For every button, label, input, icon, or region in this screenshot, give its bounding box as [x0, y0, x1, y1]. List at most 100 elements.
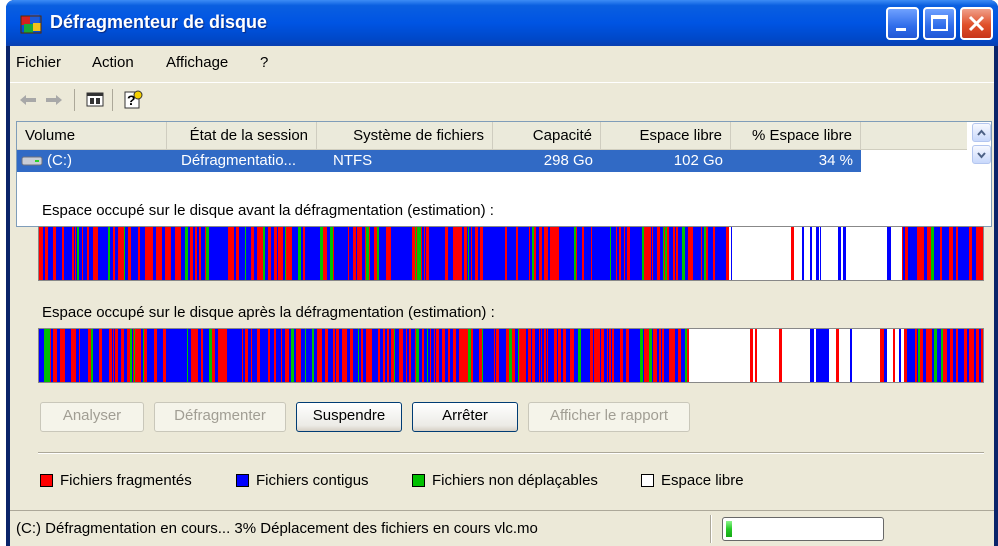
cluster-stripe [203, 227, 205, 280]
cluster-stripe [525, 227, 526, 280]
cluster-stripe [422, 227, 424, 280]
defragment-button[interactable]: Défragmenter [154, 402, 286, 432]
cluster-stripe [341, 227, 343, 280]
cluster-stripe [91, 329, 93, 382]
cluster-stripe [400, 227, 402, 280]
cluster-stripe [303, 227, 305, 280]
cluster-stripe [810, 329, 814, 382]
cluster-stripe [972, 227, 973, 280]
pause-button[interactable]: Suspendre [296, 402, 402, 432]
cluster-stripe [389, 329, 391, 382]
cluster-stripe [651, 227, 652, 280]
cluster-stripe [353, 227, 356, 280]
column-free-space[interactable]: Espace libre [601, 122, 731, 150]
cluster-stripe [196, 329, 198, 382]
cluster-stripe [79, 227, 82, 280]
cluster-stripe [369, 329, 372, 382]
maximize-button[interactable] [923, 7, 956, 40]
cluster-stripe [494, 329, 495, 382]
cluster-stripe [386, 227, 388, 280]
cluster-stripe [528, 329, 531, 382]
cluster-stripe [505, 329, 506, 382]
cluster-stripe [687, 329, 689, 382]
cluster-stripe [961, 227, 963, 280]
window-title: Défragmenteur de disque [50, 12, 268, 32]
volume-list-scrollbar[interactable] [972, 122, 992, 168]
cluster-stripe [971, 329, 974, 382]
column-session-state[interactable]: État de la session [167, 122, 317, 150]
cluster-stripe [657, 329, 658, 382]
cluster-stripe [98, 227, 99, 280]
cluster-stripe [607, 227, 608, 280]
cluster-stripe [89, 227, 92, 280]
cluster-stripe [57, 227, 59, 280]
cluster-stripe [951, 329, 953, 382]
cluster-stripe [620, 329, 623, 382]
cluster-stripe [53, 329, 55, 382]
cluster-stripe [572, 227, 574, 280]
cluster-stripe [967, 227, 969, 280]
cluster-stripe [632, 227, 634, 280]
title-bar[interactable]: Défragmenteur de disque [6, 0, 998, 46]
menu-action[interactable]: Action [92, 54, 134, 71]
cluster-stripe [109, 329, 112, 382]
cluster-stripe [490, 329, 493, 382]
cluster-stripe [230, 227, 233, 280]
menu-help[interactable]: ? [260, 54, 268, 71]
column-capacity[interactable]: Capacité [493, 122, 601, 150]
cluster-stripe [124, 329, 125, 382]
cluster-stripe [239, 227, 242, 280]
cluster-stripe [619, 227, 621, 280]
cluster-stripe [422, 329, 423, 382]
menu-affichage[interactable]: Affichage [166, 54, 228, 71]
cluster-stripe [531, 329, 532, 382]
cluster-stripe [363, 329, 366, 382]
cluster-stripe [314, 329, 317, 382]
scroll-down-button[interactable] [972, 145, 991, 164]
help-icon[interactable]: ? [122, 89, 144, 111]
cluster-stripe [953, 329, 954, 382]
column-filesystem[interactable]: Système de fichiers [317, 122, 493, 150]
cluster-stripe [802, 227, 804, 280]
analyze-button[interactable]: Analyser [40, 402, 144, 432]
cluster-stripe [706, 227, 708, 280]
properties-icon[interactable] [86, 91, 104, 109]
cluster-stripe [339, 329, 340, 382]
cluster-stripe [175, 329, 178, 382]
scroll-up-button[interactable] [972, 123, 991, 142]
minimize-button[interactable] [886, 7, 919, 40]
close-button[interactable] [960, 7, 993, 40]
cluster-stripe [973, 227, 976, 280]
cluster-stripe [76, 227, 77, 280]
back-arrow-icon[interactable] [18, 93, 38, 107]
cluster-stripe [450, 329, 452, 382]
cluster-stripe [495, 329, 496, 382]
forward-arrow-icon[interactable] [44, 93, 64, 107]
cluster-stripe [594, 227, 597, 280]
cluster-stripe [509, 329, 512, 382]
cluster-stripe [471, 227, 472, 280]
cluster-stripe [535, 329, 538, 382]
cluster-stripe [261, 227, 263, 280]
cluster-stripe [178, 329, 181, 382]
cluster-stripe [515, 329, 517, 382]
menu-fichier[interactable]: Fichier [16, 54, 61, 71]
cluster-stripe [678, 227, 681, 280]
cluster-stripe [884, 329, 887, 382]
column-volume[interactable]: Volume [17, 122, 167, 150]
cluster-stripe [245, 227, 246, 280]
column-free-percent[interactable]: % Espace libre [731, 122, 861, 150]
cluster-stripe [932, 329, 934, 382]
cluster-stripe [134, 227, 137, 280]
cluster-stripe [85, 227, 86, 280]
stop-button[interactable]: Arrêter [412, 402, 518, 432]
cluster-stripe [678, 329, 680, 382]
view-report-button[interactable]: Afficher le rapport [528, 402, 690, 432]
cluster-stripe [165, 227, 166, 280]
cluster-stripe [571, 329, 574, 382]
cluster-stripe [486, 329, 487, 382]
cluster-stripe [115, 227, 118, 280]
cluster-stripe [574, 227, 575, 280]
cluster-stripe [187, 329, 188, 382]
volume-row[interactable]: (C:) Défragmentatio... NTFS 298 Go 102 G… [17, 150, 861, 172]
